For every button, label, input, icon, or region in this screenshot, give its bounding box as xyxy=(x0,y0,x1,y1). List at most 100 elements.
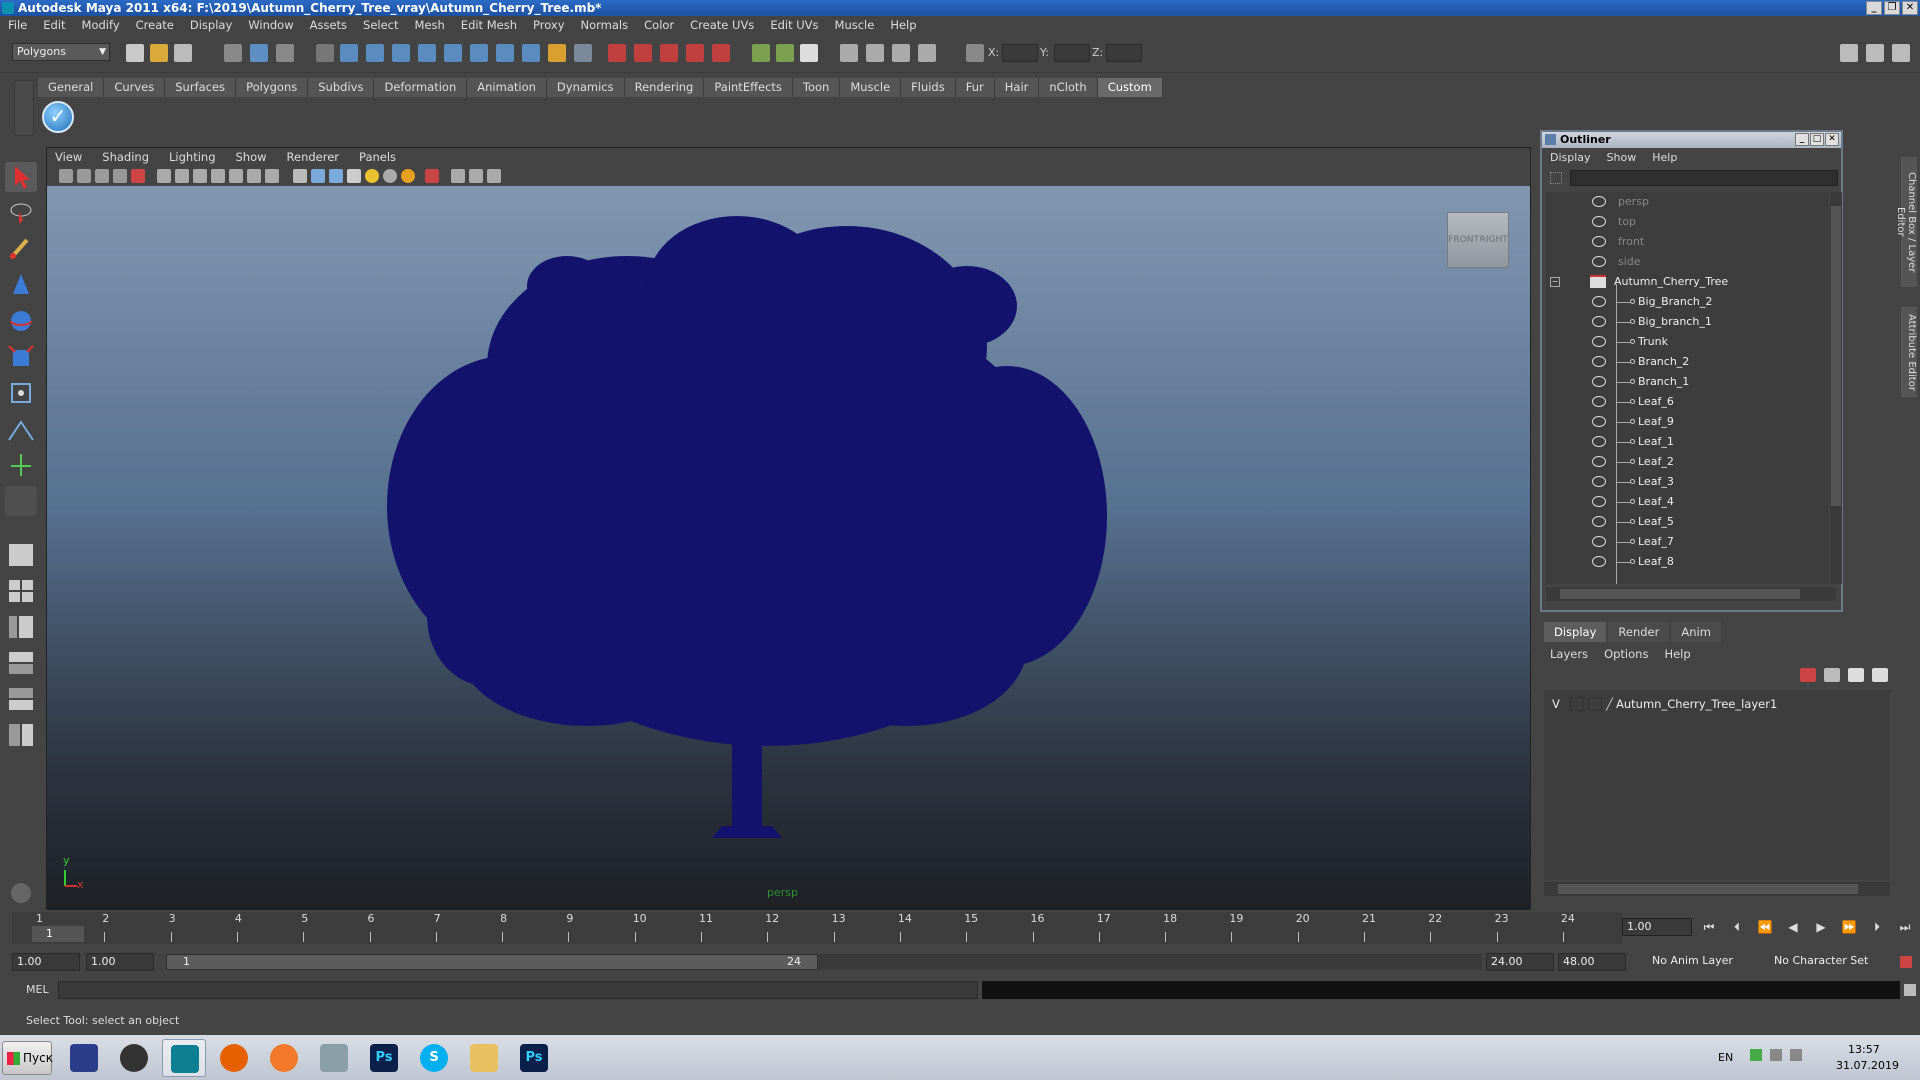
toggle-channel-box-icon[interactable] xyxy=(1892,44,1910,62)
start-button[interactable]: Пуск xyxy=(2,1041,53,1075)
new-scene-icon[interactable] xyxy=(126,44,144,62)
mask-dynamics-icon[interactable] xyxy=(470,44,488,62)
taskbar-steam-app[interactable] xyxy=(112,1039,156,1077)
taskbar-hand-app[interactable] xyxy=(312,1039,356,1077)
wireframe-on-shaded-icon[interactable] xyxy=(329,169,343,183)
menu-edit[interactable]: Edit xyxy=(43,16,65,35)
menu-window[interactable]: Window xyxy=(248,16,293,35)
taskbar-save-app[interactable] xyxy=(62,1039,106,1077)
select-hierarchy-icon[interactable] xyxy=(224,44,242,62)
step-back-key-button[interactable]: ⏪ xyxy=(1756,920,1774,934)
outliner-row-top[interactable]: top xyxy=(1546,212,1829,232)
outliner-row-big-branch-2[interactable]: Big_Branch_2 xyxy=(1546,292,1829,312)
range-slider-track[interactable] xyxy=(818,954,1482,970)
outliner-row-leaf-9[interactable]: Leaf_9 xyxy=(1546,412,1829,432)
isolate-select-icon[interactable] xyxy=(425,169,439,183)
field-chart-icon[interactable] xyxy=(229,169,243,183)
film-gate-icon[interactable] xyxy=(175,169,189,183)
construction-history-icon[interactable] xyxy=(800,44,818,62)
viewport-menu-view[interactable]: View xyxy=(55,148,82,166)
snap-curve-icon[interactable] xyxy=(634,44,652,62)
outliner-row-trunk[interactable]: Trunk xyxy=(1546,332,1829,352)
mask-joints-icon[interactable] xyxy=(366,44,384,62)
soft-modification-icon[interactable] xyxy=(5,414,37,444)
step-forward-key-button[interactable]: ⏩ xyxy=(1840,920,1858,934)
output-ops-icon[interactable] xyxy=(776,44,794,62)
menu-muscle[interactable]: Muscle xyxy=(835,16,875,35)
taskbar-maya-app[interactable] xyxy=(162,1039,206,1077)
layer-move-up-icon[interactable] xyxy=(1848,668,1864,682)
shelf-tab-general[interactable]: General xyxy=(38,78,105,97)
select-component-icon[interactable] xyxy=(276,44,294,62)
persp-graph-outliner-layout-icon[interactable] xyxy=(5,720,37,750)
universal-manipulator-icon[interactable] xyxy=(5,378,37,408)
shelf-tab-subdivs[interactable]: Subdivs xyxy=(308,78,375,97)
shelf-tab-deformation[interactable]: Deformation xyxy=(374,78,468,97)
playback-start-field[interactable]: 1.00 xyxy=(86,953,154,971)
play-backwards-button[interactable]: ◀ xyxy=(1784,920,1802,934)
minimize-button[interactable]: _ xyxy=(1866,1,1882,15)
menu-display[interactable]: Display xyxy=(190,16,232,35)
outliner-menu-display[interactable]: Display xyxy=(1550,149,1591,167)
close-button[interactable]: ✕ xyxy=(1902,1,1918,15)
render-current-icon[interactable] xyxy=(866,44,884,62)
layout-more-icon[interactable] xyxy=(5,756,37,776)
outliner-row-leaf-8[interactable]: Leaf_8 xyxy=(1546,552,1829,572)
layer-playback-toggle[interactable] xyxy=(1570,697,1584,711)
outliner-row-leaf-2[interactable]: Leaf_2 xyxy=(1546,452,1829,472)
shelf-tab-rendering[interactable]: Rendering xyxy=(624,78,705,97)
safe-title-icon[interactable] xyxy=(265,169,279,183)
make-live-icon[interactable] xyxy=(712,44,730,62)
viewport-menu-renderer[interactable]: Renderer xyxy=(287,148,340,166)
persp-outliner-layout-icon[interactable] xyxy=(5,612,37,642)
outliner-row-leaf-4[interactable]: Leaf_4 xyxy=(1546,492,1829,512)
open-scene-icon[interactable] xyxy=(150,44,168,62)
mask-curves-icon[interactable] xyxy=(392,44,410,62)
taskbar-firefox-app[interactable] xyxy=(212,1039,256,1077)
taskbar-blender-app[interactable] xyxy=(262,1039,306,1077)
play-forwards-button[interactable]: ▶ xyxy=(1812,920,1830,934)
outliner-row-persp[interactable]: persp xyxy=(1546,192,1829,212)
current-frame-field[interactable]: 1.00 xyxy=(1622,918,1692,936)
camera-attributes-icon[interactable] xyxy=(77,169,91,183)
question-icon[interactable] xyxy=(522,44,540,62)
layer-menu-help[interactable]: Help xyxy=(1664,646,1690,662)
select-tool-icon[interactable] xyxy=(5,162,37,192)
transform-field-icon[interactable] xyxy=(966,44,984,62)
shadows-icon[interactable] xyxy=(383,169,397,183)
layer-scroll-thumb[interactable] xyxy=(1558,884,1858,894)
taskbar-photoshop2-app[interactable]: Ps xyxy=(512,1039,556,1077)
mask-deformations-icon[interactable] xyxy=(444,44,462,62)
view-cube[interactable]: FRONT RIGHT xyxy=(1447,212,1509,268)
shelf-tab-toon[interactable]: Toon xyxy=(792,78,841,97)
gate-mask-icon[interactable] xyxy=(211,169,225,183)
ipr-render-icon[interactable] xyxy=(892,44,910,62)
shelf-tab-ncloth[interactable]: nCloth xyxy=(1039,78,1098,97)
textured-icon[interactable] xyxy=(347,169,361,183)
range-slider[interactable]: 1 24 xyxy=(166,954,818,970)
viewport-menu-show[interactable]: Show xyxy=(236,148,267,166)
animation-end-field[interactable]: 48.00 xyxy=(1558,953,1626,971)
layer-type-toggle[interactable] xyxy=(1588,697,1602,711)
select-object-icon[interactable] xyxy=(250,44,268,62)
menu-color[interactable]: Color xyxy=(644,16,674,35)
step-back-frame-button[interactable]: ⏴ xyxy=(1728,920,1746,934)
xray-icon[interactable] xyxy=(451,169,465,183)
outliner-row-leaf-3[interactable]: Leaf_3 xyxy=(1546,472,1829,492)
taskbar-skype-app[interactable]: S xyxy=(412,1039,456,1077)
command-input[interactable] xyxy=(58,981,978,999)
outliner-filter-icon[interactable] xyxy=(1550,172,1562,184)
scale-tool-icon[interactable] xyxy=(5,342,37,372)
shelf-tab-dynamics[interactable]: Dynamics xyxy=(546,78,625,97)
menu-modify[interactable]: Modify xyxy=(82,16,120,35)
menu-select[interactable]: Select xyxy=(363,16,398,35)
menu-edit-uvs[interactable]: Edit UVs xyxy=(770,16,818,35)
layer-menu-options[interactable]: Options xyxy=(1604,646,1648,662)
hypershade-layout-icon[interactable] xyxy=(5,684,37,714)
layer-color-swatch[interactable]: ╱ xyxy=(1606,696,1613,712)
menu-create-uvs[interactable]: Create UVs xyxy=(690,16,754,35)
menu-mesh[interactable]: Mesh xyxy=(415,16,445,35)
step-forward-frame-button[interactable]: ⏵ xyxy=(1868,920,1886,934)
go-to-end-button[interactable]: ⏭ xyxy=(1896,920,1914,934)
render-view-icon[interactable] xyxy=(840,44,858,62)
